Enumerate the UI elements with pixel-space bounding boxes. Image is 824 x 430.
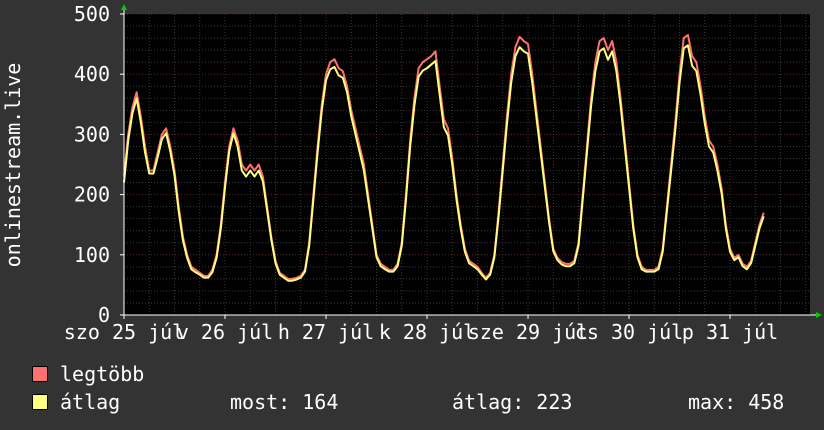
legend-item-legtobb: legtöbb <box>32 362 144 386</box>
legend-label-legtobb: legtöbb <box>60 362 145 386</box>
legend-item-atlag: átlag <box>32 390 120 414</box>
y-tick-label: 400 <box>74 62 110 86</box>
stat-atlag: átlag: 223 <box>452 390 573 414</box>
y-tick-label: 100 <box>74 243 110 267</box>
legend-label-atlag: átlag <box>60 390 121 414</box>
x-tick-label: cs 30 júl <box>575 320 683 344</box>
x-tick-label: v 26 júl <box>177 320 273 344</box>
y-tick-label: 300 <box>74 122 110 146</box>
x-tick-label: sze 29 júl <box>468 320 588 344</box>
y-axis-label: onlinestream.live <box>1 63 25 268</box>
y-axis-arrow <box>121 4 127 10</box>
atlag-swatch <box>32 394 48 410</box>
y-tick-label: 500 <box>74 2 110 26</box>
x-tick-label: h 27 júl <box>278 320 374 344</box>
x-tick-label: k 28 júl <box>379 320 475 344</box>
x-tick-label: p 31 júl <box>682 320 778 344</box>
y-tick-label: 200 <box>74 183 110 207</box>
stat-most: most: 164 <box>230 390 339 414</box>
x-tick-label: szo 25 júl <box>64 320 184 344</box>
stat-max: max: 458 <box>688 390 785 414</box>
chart-root: 0 100 200 300 400 500 szo 25 júl v 26 júl h 27 j… <box>0 0 824 430</box>
x-axis-arrow <box>816 312 822 318</box>
legtobb-swatch <box>32 366 48 382</box>
